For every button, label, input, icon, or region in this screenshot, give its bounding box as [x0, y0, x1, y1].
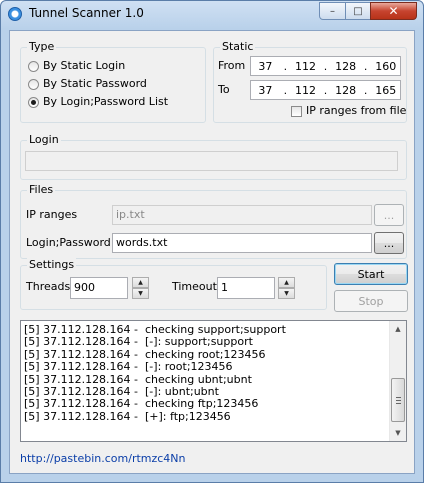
- radio-static-login[interactable]: [28, 61, 39, 72]
- scroll-down-arrow-icon[interactable]: ▼: [390, 425, 406, 441]
- thumb-grip: [396, 400, 401, 401]
- from-ip-octet-4[interactable]: 160: [371, 60, 400, 73]
- settings-group: Settings Threads 900 ▲ ▼ Timeout 1 ▲ ▼: [20, 258, 327, 310]
- main-window: Tunnel Scanner 1.0 – □ ✕ Type By Static …: [0, 0, 424, 483]
- from-ip-octet-3[interactable]: 128: [331, 60, 360, 73]
- login-password-label: Login;Password: [26, 236, 111, 249]
- static-group: Static From 37 . 112 . 128 . 160 To 37 .…: [213, 40, 407, 123]
- type-group-title: Type: [27, 40, 57, 53]
- settings-group-title: Settings: [27, 258, 77, 271]
- threads-input[interactable]: 900: [70, 277, 128, 299]
- ip-dot: .: [363, 59, 368, 73]
- login-password-browse-button[interactable]: ...: [374, 232, 404, 254]
- ip-dot: .: [323, 59, 328, 73]
- ip-ranges-from-file-label: IP ranges from file: [306, 104, 407, 117]
- to-ip-octet-2[interactable]: 112: [291, 84, 320, 97]
- title-bar[interactable]: Tunnel Scanner 1.0 – □ ✕: [1, 1, 423, 29]
- log-box[interactable]: [5] 37.112.128.164 - checking support;su…: [20, 320, 407, 442]
- scroll-up-arrow-icon[interactable]: ▲: [390, 321, 406, 337]
- to-ip-field[interactable]: 37 . 112 . 128 . 165: [250, 80, 401, 100]
- to-label: To: [218, 83, 230, 96]
- pastebin-link[interactable]: http://pastebin.com/rtmzc4Nn: [20, 452, 186, 465]
- static-group-title: Static: [220, 40, 256, 53]
- timeout-up-arrow-icon[interactable]: ▲: [278, 277, 295, 288]
- to-ip-octet-1[interactable]: 37: [251, 84, 280, 97]
- scrollbar-thumb[interactable]: [391, 378, 405, 422]
- from-ip-octet-1[interactable]: 37: [251, 60, 280, 73]
- log-line: [5] 37.112.128.164 - checking ftp;123456: [24, 397, 259, 411]
- login-input[interactable]: [25, 151, 398, 171]
- radio-static-login-label: By Static Login: [43, 59, 126, 72]
- timeout-spinner[interactable]: ▲ ▼: [278, 277, 295, 299]
- ip-ranges-label: IP ranges: [26, 208, 78, 221]
- type-group: Type By Static Login By Static Password …: [20, 40, 206, 123]
- ip-dot: .: [363, 83, 368, 97]
- thumb-grip: [396, 397, 401, 398]
- threads-spinner[interactable]: ▲ ▼: [132, 277, 149, 299]
- radio-static-password[interactable]: [28, 79, 39, 90]
- timeout-down-arrow-icon[interactable]: ▼: [278, 288, 295, 299]
- login-group-title: Login: [27, 133, 61, 146]
- start-button[interactable]: Start: [334, 263, 408, 285]
- radio-login-password-list[interactable]: [28, 97, 39, 108]
- window-title: Tunnel Scanner 1.0: [29, 6, 144, 20]
- files-group-title: Files: [27, 183, 56, 196]
- log-lines: [5] 37.112.128.164 - checking support;su…: [24, 323, 286, 423]
- to-ip-octet-4[interactable]: 165: [371, 84, 400, 97]
- timeout-label: Timeout: [172, 280, 217, 293]
- thumb-grip: [396, 403, 401, 404]
- log-scrollbar[interactable]: ▲ ▼: [389, 321, 406, 441]
- app-icon: [8, 7, 22, 21]
- login-password-file-input[interactable]: words.txt: [112, 233, 372, 253]
- from-label: From: [218, 59, 246, 72]
- radio-login-password-list-label: By Login;Password List: [43, 95, 169, 108]
- to-ip-octet-3[interactable]: 128: [331, 84, 360, 97]
- client-area: Type By Static Login By Static Password …: [9, 30, 415, 474]
- ip-dot: .: [283, 59, 288, 73]
- threads-down-arrow-icon[interactable]: ▼: [132, 288, 149, 299]
- ip-ranges-from-file-checkbox[interactable]: [291, 106, 302, 117]
- stop-button[interactable]: Stop: [334, 290, 408, 312]
- log-line: [5] 37.112.128.164 - [-]: root;123456: [24, 360, 233, 374]
- ip-ranges-file-input[interactable]: ip.txt: [112, 205, 372, 225]
- maximize-button[interactable]: □: [345, 2, 371, 20]
- close-button[interactable]: ✕: [370, 2, 417, 20]
- radio-static-password-label: By Static Password: [43, 77, 147, 90]
- ip-ranges-browse-button[interactable]: ...: [374, 204, 404, 226]
- threads-label: Threads: [26, 280, 71, 293]
- timeout-input[interactable]: 1: [217, 277, 275, 299]
- ip-dot: .: [283, 83, 288, 97]
- from-ip-octet-2[interactable]: 112: [291, 60, 320, 73]
- ip-dot: .: [323, 83, 328, 97]
- from-ip-field[interactable]: 37 . 112 . 128 . 160: [250, 56, 401, 76]
- files-group: Files IP ranges ip.txt ... Login;Passwor…: [20, 183, 407, 259]
- log-line: [5] 37.112.128.164 - [-]: support;suppor…: [24, 335, 253, 349]
- threads-up-arrow-icon[interactable]: ▲: [132, 277, 149, 288]
- log-line: [5] 37.112.128.164 - [+]: ftp;123456: [24, 409, 231, 423]
- minimize-button[interactable]: –: [319, 2, 346, 20]
- login-group: Login: [20, 133, 407, 180]
